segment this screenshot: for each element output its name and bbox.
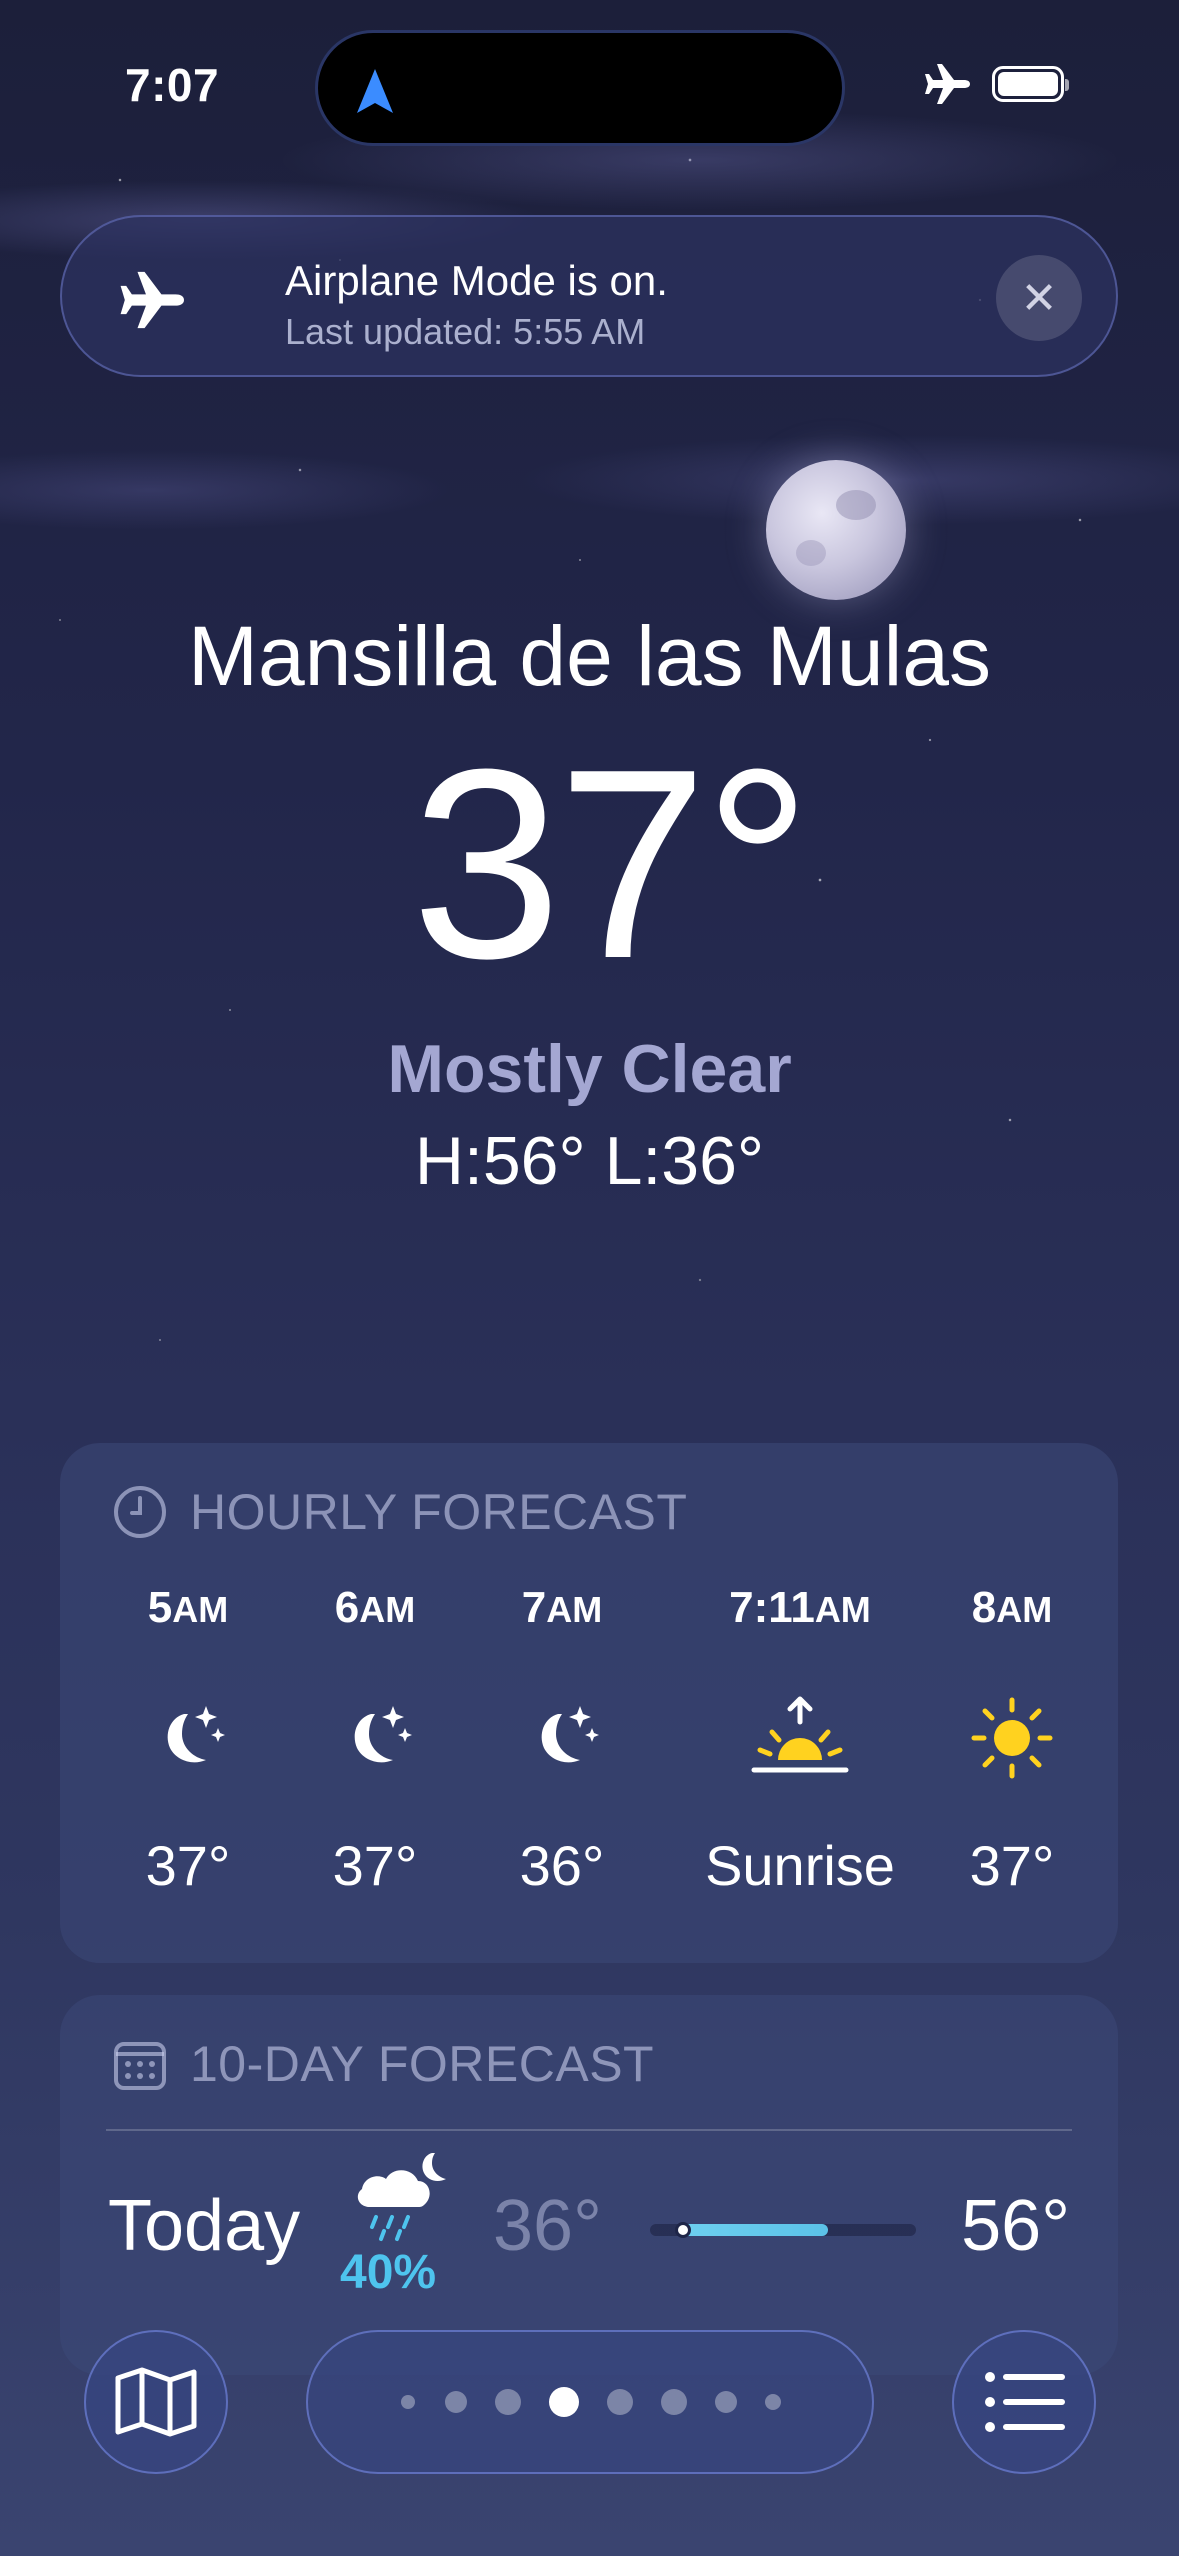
page-dot[interactable] [607, 2389, 633, 2415]
hour-temp: 36° [519, 1834, 605, 1897]
condition-text: Mostly Clear [387, 1031, 792, 1107]
moon-illustration [766, 460, 906, 600]
high-low: H:56° L:36° [414, 1123, 765, 1199]
precip-chance: 40% [340, 2246, 437, 2299]
banner-subtitle: Last updated: 5:55 AM [285, 311, 646, 352]
close-icon[interactable]: ✕ [996, 255, 1082, 341]
page-dot[interactable] [495, 2389, 521, 2415]
hourly-heading: HOURLY FORECAST [190, 1484, 688, 1540]
day-name: Today [108, 2186, 301, 2266]
location-arrow-icon [401, 2395, 415, 2409]
city-name: Mansilla de las Mulas [187, 609, 991, 703]
sunrise-icon [660, 1643, 940, 1833]
hour-time: 7:11 [729, 1583, 815, 1632]
location-arrow-icon [357, 69, 393, 113]
hour-temp: 37° [332, 1834, 418, 1897]
moon-stars-icon [472, 1643, 652, 1833]
ten-day-forecast-card[interactable]: 10-DAY FORECAST Today 40% 36° 56° [60, 1995, 1118, 2375]
hour-temp: Sunrise [705, 1834, 895, 1897]
hour-time: 7 [521, 1583, 547, 1632]
status-icons [924, 62, 1069, 106]
ten-day-heading: 10-DAY FORECAST [190, 2036, 655, 2092]
map-button[interactable] [84, 2330, 228, 2474]
page-dot[interactable] [661, 2389, 687, 2415]
airplane-icon [925, 64, 970, 104]
page-indicator[interactable] [306, 2330, 874, 2474]
day-high: 56° [961, 2186, 1070, 2266]
page-dot[interactable] [765, 2394, 781, 2410]
sun-icon [922, 1643, 1102, 1833]
temperature-range-bar [650, 2222, 916, 2238]
battery-icon [992, 66, 1069, 102]
page-dot[interactable] [445, 2391, 467, 2413]
hour-temp: 37° [969, 1834, 1055, 1897]
airplane-icon [120, 271, 184, 329]
dynamic-island [315, 30, 845, 146]
hour-time: 6 [334, 1583, 360, 1632]
hour-temp: 37° [145, 1834, 231, 1897]
temperature-range-fill [680, 2224, 828, 2236]
page-dot-active[interactable] [549, 2387, 579, 2417]
hour-item: 7:11AM Sunrise [660, 1583, 940, 1898]
ten-day-header: 10-DAY FORECAST [112, 2035, 654, 2093]
cloud-moon-rain-icon [357, 2153, 446, 2241]
hour-item: 8AM 37° [922, 1583, 1102, 1898]
calendar-icon [114, 2042, 166, 2090]
moon-stars-icon [98, 1643, 278, 1833]
current-temperature: 37° [411, 714, 811, 1015]
current-temp-marker [675, 2222, 691, 2238]
hour-item: 5AM 37° [98, 1583, 278, 1898]
banner-title: Airplane Mode is on. [285, 257, 668, 304]
hour-item: 6AM 37° [285, 1583, 465, 1898]
hour-suffix: AM [359, 1589, 416, 1630]
divider [106, 2129, 1072, 2131]
hour-suffix: AM [172, 1589, 229, 1630]
hour-time: 8 [971, 1583, 997, 1632]
hour-time: 5 [147, 1583, 173, 1632]
locations-list-button[interactable] [952, 2330, 1096, 2474]
clock-icon [114, 1486, 166, 1538]
hourly-header: HOURLY FORECAST [112, 1483, 687, 1541]
status-time: 7:07 [125, 59, 220, 111]
hour-suffix: AM [546, 1589, 603, 1630]
page-dot[interactable] [715, 2391, 737, 2413]
hour-item: 7AM 36° [472, 1583, 652, 1898]
hourly-forecast-card[interactable]: HOURLY FORECAST 5AM 37° 6AM 37° 7AM 36° … [60, 1443, 1118, 1963]
list-icon [985, 2372, 1065, 2432]
moon-stars-icon [285, 1643, 465, 1833]
hour-suffix: AM [814, 1589, 871, 1630]
hour-suffix: AM [996, 1589, 1053, 1630]
map-icon [115, 2367, 197, 2437]
day-low: 36° [493, 2186, 602, 2266]
airplane-mode-banner[interactable]: Airplane Mode is on. Last updated: 5:55 … [60, 215, 1118, 377]
